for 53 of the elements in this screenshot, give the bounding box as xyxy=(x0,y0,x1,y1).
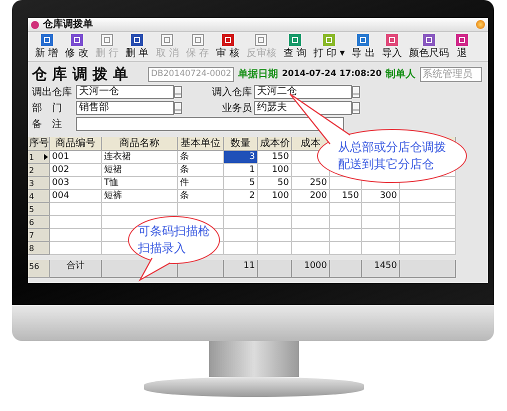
row-number: 1 xyxy=(28,151,50,164)
current-row-icon xyxy=(44,154,48,160)
row-number: 6 xyxy=(28,216,50,229)
row-number: 8 xyxy=(28,242,50,255)
toolbar-button[interactable]: 审 核 xyxy=(213,32,242,61)
field-label: 备 注 xyxy=(32,118,63,131)
row-number: 2 xyxy=(28,164,50,177)
toolbar-button[interactable]: 打 印 ▾ xyxy=(310,32,348,61)
lookup-button[interactable] xyxy=(352,102,360,114)
date-label: 单据日期 xyxy=(238,68,278,81)
table-cell: 3 xyxy=(224,151,258,164)
toolbar-button[interactable]: 导 出 xyxy=(348,32,378,61)
row-number: 3 xyxy=(28,177,50,190)
total-cell: 11 xyxy=(224,260,258,278)
total-cell: 1000 xyxy=(292,260,330,278)
total-cell xyxy=(400,260,456,278)
table-row[interactable]: 3 003 T恤 件 5 50 250 xyxy=(28,177,456,190)
document-number-field: DB20140724-0002 xyxy=(148,66,234,82)
total-cell: 1450 xyxy=(362,260,400,278)
field-label: 调入仓库 xyxy=(211,86,253,99)
app-icon xyxy=(31,20,39,28)
toolbar-button[interactable]: 新 增 xyxy=(32,32,62,61)
table-row[interactable]: 4 004 短裤 条 2 100 200 150 300 xyxy=(28,190,456,203)
input-field[interactable]: 天河二仓 xyxy=(254,85,352,99)
field-label: 部 门 xyxy=(32,102,63,115)
lookup-button[interactable] xyxy=(352,86,360,98)
field-label: 调出仓库 xyxy=(32,86,73,99)
total-cell xyxy=(330,260,362,278)
row-number: 4 xyxy=(28,190,50,203)
toolbar-button[interactable]: 颜色尺码 xyxy=(406,32,452,61)
total-cell: 合计 xyxy=(50,260,102,278)
lookup-button[interactable] xyxy=(174,86,182,98)
input-field[interactable]: 销售部 xyxy=(76,101,174,115)
field-label: 业务员 xyxy=(221,102,253,115)
input-field[interactable]: 天河一仓 xyxy=(76,85,174,99)
toolbar-button[interactable]: 删 单 xyxy=(122,32,152,61)
column-header: 序号 xyxy=(28,137,50,151)
form-title: 仓 库 调 拨 单 xyxy=(32,64,129,84)
toolbar-button[interactable]: 退 xyxy=(452,32,471,61)
row-number: 5 xyxy=(28,203,50,216)
maker-field: 系统管理员 xyxy=(420,66,482,82)
toolbar-button[interactable]: 修 改 xyxy=(62,32,92,61)
toolbar-button[interactable]: 查 询 xyxy=(280,32,310,61)
row-number: 7 xyxy=(28,229,50,242)
row-number: 56 xyxy=(28,260,50,278)
maker-label: 制单人 xyxy=(386,68,416,81)
total-cell xyxy=(258,260,292,278)
toolbar-button[interactable]: 导入 xyxy=(378,32,405,61)
lookup-button[interactable] xyxy=(174,102,182,114)
window-title: 仓库调拨单 xyxy=(43,18,93,31)
table-row[interactable]: 5 xyxy=(28,203,456,216)
date-value: 2014-07-24 17:08:20 xyxy=(282,69,382,79)
input-field[interactable] xyxy=(76,117,344,131)
